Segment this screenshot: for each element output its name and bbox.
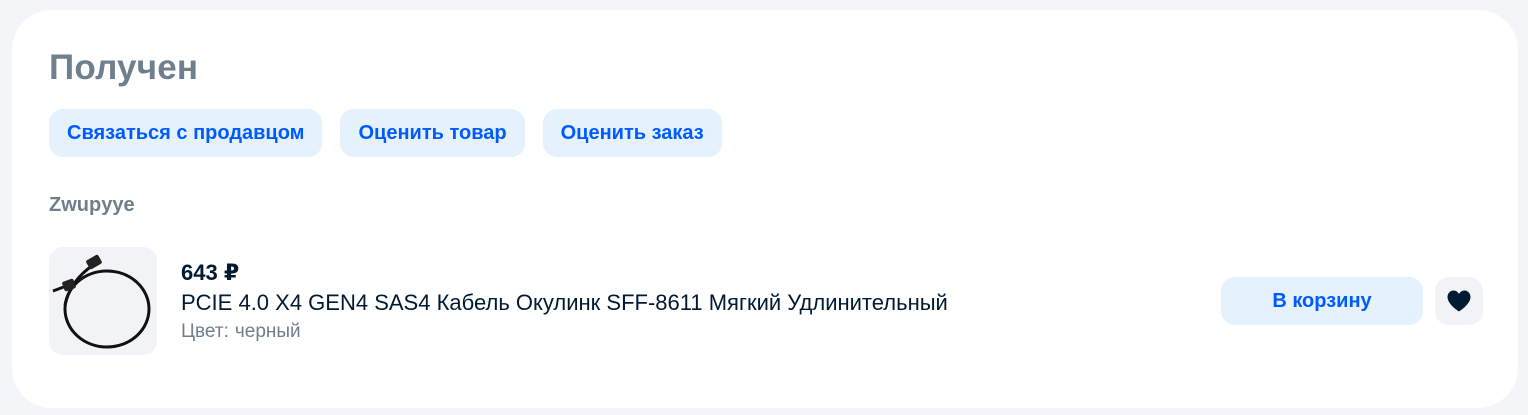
rate-product-button[interactable]: Оценить товар [340,109,525,157]
favorite-button[interactable] [1435,277,1483,325]
order-status-title: Получен [49,48,199,87]
contact-seller-button[interactable]: Связаться с продавцом [49,109,323,157]
product-color-attribute: Цвет: черный [181,320,301,344]
color-label: Цвет: [181,321,229,342]
order-card: Получен Связаться с продавцом Оценить то… [12,10,1518,408]
heart-icon [1447,290,1471,312]
product-price: 643 ₽ [181,260,240,285]
rate-order-button[interactable]: Оценить заказ [542,109,722,157]
product-title-link[interactable]: PCIE 4.0 X4 GEN4 SAS4 Кабель Окулинк SFF… [181,288,948,318]
seller-name[interactable]: Zwupyye [49,193,135,217]
product-image[interactable] [49,247,157,355]
cable-image [52,254,151,349]
add-to-cart-button[interactable]: В корзину [1221,277,1423,325]
product-item: 643 ₽ PCIE 4.0 X4 GEN4 SAS4 Кабель Окули… [49,247,1483,355]
order-actions: Связаться с продавцом Оценить товар Оцен… [49,109,722,157]
color-value: черный [234,321,301,342]
